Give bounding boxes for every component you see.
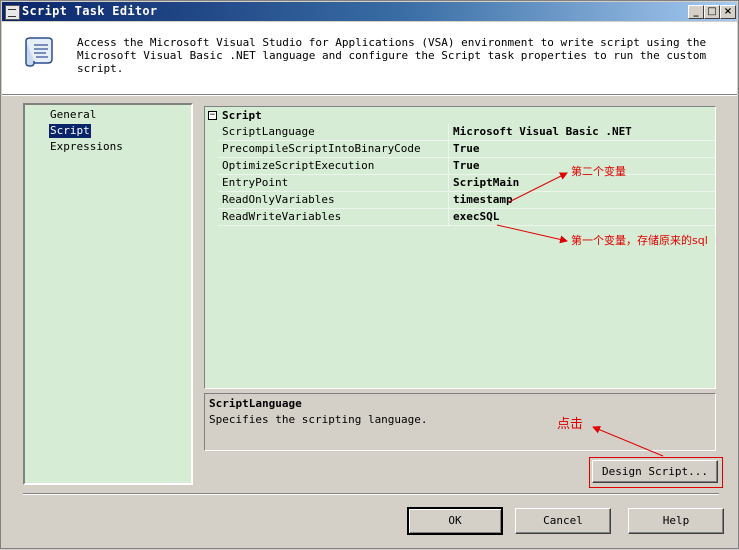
script-icon: [25, 37, 53, 67]
page-list: General Script Expressions: [23, 103, 193, 485]
annotation-click: 点击: [557, 417, 584, 432]
collapse-icon[interactable]: −: [208, 111, 217, 120]
description-title: ScriptLanguage: [209, 397, 302, 410]
category-header[interactable]: − Script: [205, 107, 715, 124]
header-panel: Access the Microsoft Visual Studio for A…: [2, 22, 737, 94]
property-row-precompile[interactable]: PrecompileScriptIntoBinaryCode True: [218, 141, 715, 158]
property-name: ReadWriteVariables: [222, 210, 342, 223]
property-row-readonlyvariables[interactable]: ReadOnlyVariables timestamp: [218, 192, 715, 209]
nav-item-expressions[interactable]: Expressions: [49, 140, 124, 154]
ok-button[interactable]: OK: [407, 507, 503, 535]
property-row-scriptlanguage[interactable]: ScriptLanguage Microsoft Visual Basic .N…: [218, 124, 715, 141]
property-value[interactable]: True: [453, 159, 480, 172]
property-name: EntryPoint: [222, 176, 289, 189]
nav-item-general[interactable]: General: [49, 108, 97, 122]
window-title: Script Task Editor: [22, 4, 158, 18]
help-button[interactable]: Help: [628, 508, 724, 534]
design-script-button[interactable]: Design Script...: [592, 460, 718, 483]
close-button[interactable]: ×: [720, 5, 736, 19]
script-task-editor-window: Script Task Editor _ □ × Access the Micr…: [0, 0, 739, 549]
cancel-button[interactable]: Cancel: [515, 508, 611, 534]
category-label: Script: [222, 109, 262, 122]
property-row-optimize[interactable]: OptimizeScriptExecution True: [218, 158, 715, 175]
property-row-entrypoint[interactable]: EntryPoint ScriptMain: [218, 175, 715, 192]
property-row-readwritevariables[interactable]: ReadWriteVariables execSQL: [218, 209, 715, 226]
property-value[interactable]: ScriptMain: [453, 176, 519, 189]
maximize-button[interactable]: □: [704, 5, 720, 19]
window-icon: [5, 5, 20, 20]
property-value[interactable]: True: [453, 142, 480, 155]
property-value[interactable]: Microsoft Visual Basic .NET: [453, 125, 632, 138]
property-name: ScriptLanguage: [222, 125, 315, 138]
header-description: Access the Microsoft Visual Studio for A…: [77, 36, 707, 75]
description-text: Specifies the scripting language.: [209, 413, 428, 426]
annotation-second-variable: 第二个变量: [571, 165, 626, 178]
property-value[interactable]: execSQL: [453, 210, 499, 223]
property-description-panel: ScriptLanguage Specifies the scripting l…: [204, 393, 716, 451]
property-name: ReadOnlyVariables: [222, 193, 335, 206]
header-divider: [2, 94, 737, 96]
annotation-first-variable: 第一个变量，存储原来的sql: [571, 234, 708, 247]
title-bar: Script Task Editor _ □ ×: [2, 2, 737, 21]
property-name: OptimizeScriptExecution: [222, 159, 375, 172]
minimize-button[interactable]: _: [688, 5, 704, 19]
property-name: PrecompileScriptIntoBinaryCode: [222, 142, 421, 155]
footer-divider: [23, 493, 719, 495]
property-value[interactable]: timestamp: [453, 193, 513, 206]
nav-item-script[interactable]: Script: [49, 124, 91, 138]
